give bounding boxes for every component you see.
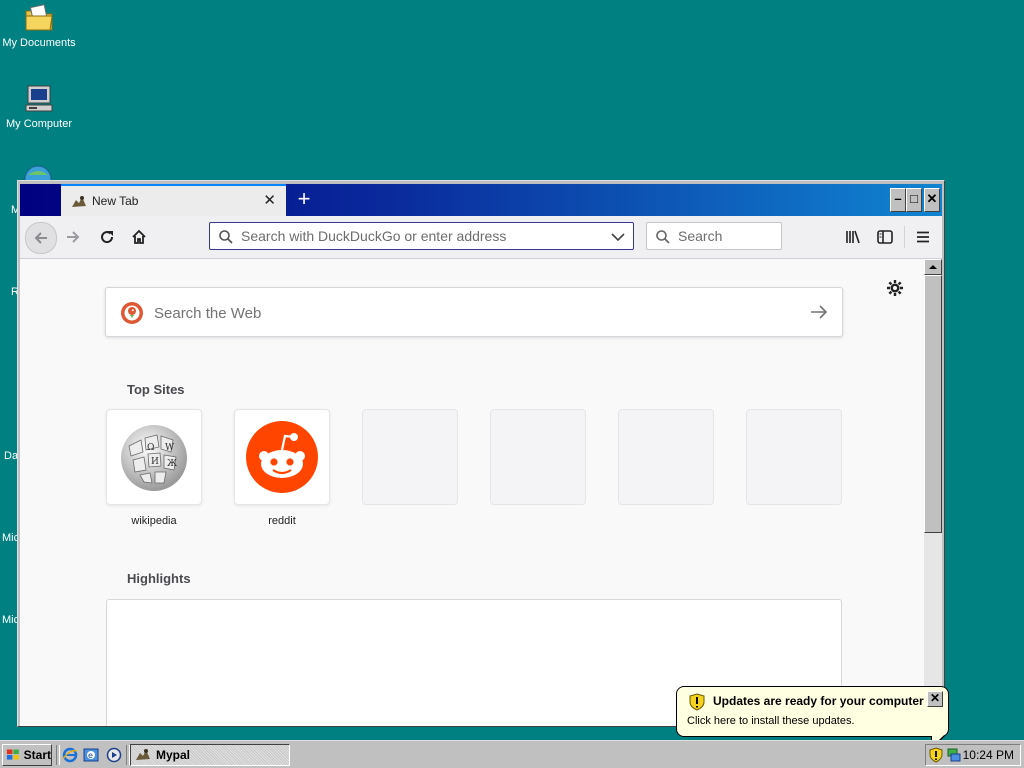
search-icon [219,230,233,244]
top-site-empty[interactable] [618,409,714,505]
network-icon[interactable] [22,163,54,193]
home-button[interactable] [124,222,154,252]
new-tab-button[interactable]: + [292,187,316,211]
minimize-button[interactable]: – [890,188,906,212]
start-label: Start [23,748,51,762]
svg-text:Ω: Ω [147,443,154,453]
back-arrow-icon [34,232,47,244]
duckduckgo-logo-icon [120,301,144,328]
tab-title: New Tab [92,194,139,208]
top-site-label: wikipedia [131,515,177,527]
forward-arrow-icon [67,231,80,243]
top-sites-heading: Top Sites [127,382,185,397]
top-site-tile-empty[interactable] [362,409,458,505]
gear-icon [887,280,903,296]
taskbar: Start e Mypal 10:24 PM [0,740,1024,768]
url-input[interactable] [241,223,601,249]
start-button[interactable]: Start [2,744,52,766]
hamburger-menu-icon [917,231,929,243]
desktop-icon-label-partial[interactable]: Da [4,450,18,462]
computer-icon [23,83,55,115]
reload-icon [101,231,114,244]
sidebar-button[interactable] [870,222,900,252]
top-site-tile-empty[interactable] [746,409,842,505]
taskbar-item-mypal[interactable]: Mypal [130,744,290,766]
svg-text:И: И [151,457,159,467]
taskbar-item-label: Mypal [156,748,191,762]
top-site-tile-empty[interactable] [618,409,714,505]
search-input[interactable] [678,223,774,249]
top-site-tile[interactable]: Ω W И Ж [106,409,202,505]
back-button[interactable] [25,222,57,254]
security-shield-icon [689,693,705,714]
url-bar[interactable] [209,222,634,250]
toolbar-separator [904,226,905,248]
svg-text:e: e [88,751,93,760]
quicklaunch-media-player[interactable] [106,747,122,763]
browser-window: New Tab ✕ + – □ ✕ Search with DuckDuckGo… [17,180,945,727]
search-icon [656,230,670,244]
network-tray-icon[interactable] [946,747,962,766]
media-player-icon [106,747,122,763]
home-icon [132,229,146,244]
close-window-button[interactable]: ✕ [924,188,940,212]
desktop-icon-my-documents[interactable]: My Documents [0,2,84,49]
mypal-app-icon [136,749,150,760]
chevron-down-icon[interactable] [611,231,625,243]
system-tray: 10:24 PM [925,744,1021,766]
web-search-box[interactable] [105,287,843,337]
web-search-input[interactable] [152,298,776,328]
settings-button[interactable] [886,279,904,297]
updates-shield-tray-icon[interactable] [929,747,943,766]
library-icon [846,230,860,244]
mypal-favicon-icon [71,194,87,210]
top-site-label: reddit [268,515,296,527]
forward-button[interactable] [58,222,88,252]
title-bar[interactable]: New Tab ✕ + – □ ✕ [20,184,942,216]
sidebar-icon [877,230,893,244]
folder-documents-icon [23,2,55,34]
tab-close-button[interactable]: ✕ [263,192,276,210]
highlights-heading: Highlights [127,571,191,586]
menu-button[interactable] [908,222,938,252]
svg-text:W: W [165,443,175,453]
desktop-icon-label: My Documents [2,37,76,49]
reload-button[interactable] [92,222,122,252]
outlook-express-icon: e [83,748,99,762]
balloon-close-button[interactable]: ✕ [927,691,943,707]
quicklaunch-outlook-express[interactable]: e [83,747,99,763]
triangle-up-icon [929,265,937,269]
tab-new-tab[interactable]: New Tab ✕ [61,184,286,216]
internet-explorer-icon [62,747,78,763]
search-bar[interactable] [646,222,782,250]
windows-logo-icon [6,749,19,760]
top-site-tile[interactable] [234,409,330,505]
library-button[interactable] [839,222,869,252]
navigation-toolbar [20,216,942,259]
arrow-right-icon[interactable] [810,304,828,323]
top-site-empty[interactable] [746,409,842,505]
desktop-icon-my-computer[interactable]: My Computer [0,83,84,130]
top-site-wikipedia[interactable]: Ω W И Ж wikipedia [106,409,202,527]
update-notification-balloon[interactable]: Updates are ready for your computer Clic… [676,686,949,750]
svg-text:Ж: Ж [167,459,177,469]
taskbar-separator [56,745,60,765]
desktop-icon-label: My Computer [5,118,73,130]
top-site-reddit[interactable]: reddit [234,409,330,527]
clock[interactable]: 10:24 PM [963,748,1014,762]
top-site-tile-empty[interactable] [490,409,586,505]
maximize-button[interactable]: □ [906,188,922,212]
quicklaunch-internet-explorer[interactable] [62,747,78,763]
reddit-alien-icon [246,421,318,493]
scroll-thumb[interactable] [924,275,942,533]
new-tab-page: Top Sites Ω W И Ж wikipedia [20,259,924,726]
scroll-up-button[interactable] [924,259,942,275]
top-site-empty[interactable] [362,409,458,505]
top-site-empty[interactable] [490,409,586,505]
vertical-scrollbar[interactable] [924,259,942,726]
wikipedia-globe-icon: Ω W И Ж [121,425,187,491]
balloon-message[interactable]: Click here to install these updates. [687,715,855,727]
balloon-title: Updates are ready for your computer [713,694,924,708]
